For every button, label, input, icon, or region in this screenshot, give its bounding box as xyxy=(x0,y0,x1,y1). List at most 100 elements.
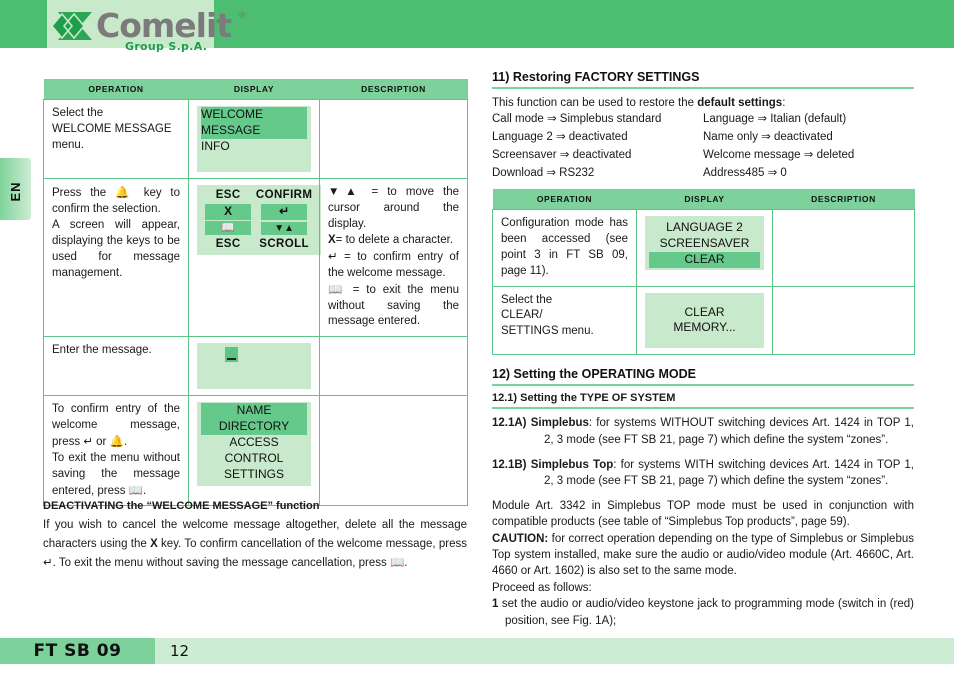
description-cell xyxy=(319,336,468,397)
comelit-logo: Comelit ® Group S.p.A. xyxy=(50,6,270,54)
enter-key-icon: ↵ xyxy=(83,433,93,448)
deactivating-body-mid: key. To confirm cancellation of the welc… xyxy=(157,537,467,550)
keypad-label-esc-bottom: ESC xyxy=(215,238,241,251)
bell-icon: 🔔 xyxy=(109,433,124,448)
table-header-row: OPERATION DISPLAY DESCRIPTION xyxy=(492,189,915,210)
operation-line: Select the xyxy=(52,107,104,119)
column-header-description: DESCRIPTION xyxy=(319,79,468,100)
description-cell xyxy=(772,285,915,356)
keypad-key-scroll-cell: ▼▲ xyxy=(253,221,315,237)
book-icon: 📖 xyxy=(128,482,144,497)
intro-post: : xyxy=(782,97,786,109)
book-icon: 📖 xyxy=(389,555,405,570)
operation-cell: Enter the message. xyxy=(43,336,189,397)
list-item-lead: 12.1A) Simplebus xyxy=(492,417,589,430)
lcd-line-highlighted: NAME DIRECTORY xyxy=(201,403,307,435)
operation-line: SETTINGS menu. xyxy=(501,325,594,338)
column-header-display: DISPLAY xyxy=(636,189,773,210)
default-setting-item: Language ⇒ Italian (default) xyxy=(703,113,847,126)
deactivating-body-mid2: . To exit the menu without saving the me… xyxy=(52,557,390,570)
deactivating-body-end: . xyxy=(404,557,408,570)
procedure-step: 1 set the audio or audio/video keystone … xyxy=(492,596,914,629)
caution-text: for correct operation depending on the t… xyxy=(492,532,914,578)
column-header-operation: OPERATION xyxy=(492,189,637,210)
section-11-heading: 11) Restoring FACTORY SETTINGS xyxy=(492,70,700,84)
operation-line: WELCOME MESSAGE xyxy=(52,122,172,135)
lcd-line: ACCESS CONTROL xyxy=(224,434,284,465)
keypad-label-scroll: SCROLL xyxy=(259,238,309,251)
text-cursor-icon xyxy=(225,347,238,363)
key-x-label: X xyxy=(328,234,336,247)
description-cell xyxy=(772,209,915,287)
keypad-key-enter-icon: ↵ xyxy=(261,204,308,220)
keypad-label-esc-top: ESC xyxy=(215,189,241,202)
display-cell: NAME DIRECTORY ACCESS CONTROL SETTINGS xyxy=(188,395,320,507)
keypad-key-delete-cell: X xyxy=(203,204,253,221)
operation-line: Enter the message. xyxy=(52,344,152,357)
operation-text: To confirm entry of the welcome message,… xyxy=(52,403,180,448)
lcd-screen: CLEAR MEMORY... xyxy=(645,292,764,349)
lcd-line-highlighted: CLEAR xyxy=(649,251,760,268)
lcd-line: SCREENSAVER xyxy=(659,235,750,250)
display-cell: LANGUAGE 2 SCREENSAVER CLEAR xyxy=(636,209,773,287)
default-settings-column-right: Language ⇒ Italian (default) Name only ⇒… xyxy=(703,111,914,183)
step-number: 1 xyxy=(492,597,499,610)
caution-label: CAUTION: xyxy=(492,532,549,545)
factory-settings-procedure-table: OPERATION DISPLAY DESCRIPTION Configurat… xyxy=(492,189,915,356)
keypad-key-book-icon: 📖 xyxy=(205,221,252,236)
keypad-key-enter-cell: ↵ xyxy=(253,204,315,221)
key-x-label: X xyxy=(150,537,158,550)
keypad-label-confirm: CONFIRM xyxy=(255,189,313,202)
table-row: Select the WELCOME MESSAGE menu. WELCOME… xyxy=(43,98,468,180)
list-item-text: : for systems WITHOUT switching devices … xyxy=(544,417,914,446)
default-setting-item: Welcome message ⇒ deleted xyxy=(703,149,855,162)
module-note: Module Art. 3342 in Simplebus TOP mode m… xyxy=(492,499,914,529)
operation-text-pre: Press the xyxy=(52,187,115,200)
enter-key-icon: ↵ xyxy=(328,248,338,263)
intro-bold: default settings xyxy=(697,97,783,109)
default-settings-column-left: Call mode ⇒ Simplebus standard Language … xyxy=(492,111,703,183)
table-row: Configuration mode has been accessed (se… xyxy=(492,209,915,287)
default-setting-item: Call mode ⇒ Simplebus standard xyxy=(492,113,662,126)
description-line-delete: X= to delete a character. xyxy=(328,234,453,247)
description-line-cursor: ▼▲ = to move the cursor around the displ… xyxy=(328,186,460,231)
table-row: Select the CLEAR/ SETTINGS menu. CLEAR M… xyxy=(492,285,915,356)
deactivating-title: DEACTIVATING the “WELCOME MESSAGE” funct… xyxy=(43,500,320,512)
comelit-logo-mark xyxy=(50,12,92,40)
footer-doc-code-tag: FT SB 09 xyxy=(0,638,155,664)
caution-note: CAUTION: for correct operation depending… xyxy=(492,531,914,580)
lcd-line: INFO xyxy=(201,138,230,153)
default-setting-item: Screensaver ⇒ deactivated xyxy=(492,149,632,162)
lcd-screen-empty xyxy=(197,343,311,390)
operation-line: menu. xyxy=(52,138,84,151)
lcd-keypad-legend: ESC CONFIRM X ↵ 📖 ▼▲ ESC SCROLL xyxy=(197,185,321,255)
brand-subtitle: Group S.p.A. xyxy=(125,40,208,53)
list-item: 12.1A) Simplebus: for systems WITHOUT sw… xyxy=(492,415,914,448)
operation-text-2: To exit the menu without saving the mess… xyxy=(52,451,180,497)
lcd-screen: WELCOME MESSAGE INFO xyxy=(197,106,311,173)
table-row: Press the 🔔 key to confirm the selection… xyxy=(43,178,468,338)
operation-cell: Select the WELCOME MESSAGE menu. xyxy=(43,98,189,180)
column-header-description: DESCRIPTION xyxy=(772,189,915,210)
section-divider xyxy=(492,87,914,89)
display-cell: CLEAR MEMORY... xyxy=(636,285,773,356)
operation-text-2: A screen will appear, displaying the key… xyxy=(52,219,180,279)
enter-key-icon: ↵ xyxy=(43,555,53,570)
operation-line: CLEAR/ xyxy=(501,309,543,322)
display-cell: ESC CONFIRM X ↵ 📖 ▼▲ ESC SCROLL xyxy=(188,178,321,338)
keypad-key-x: X xyxy=(205,204,252,220)
proceed-label: Proceed as follows: xyxy=(492,581,592,594)
operation-cell: To confirm entry of the welcome message,… xyxy=(43,395,189,507)
keypad-key-book-cell: 📖 xyxy=(203,221,253,237)
default-settings-list: Call mode ⇒ Simplebus standard Language … xyxy=(492,111,914,183)
section-divider xyxy=(492,407,914,410)
description-line-confirm: ↵ = to confirm entry of the welcome mess… xyxy=(328,248,459,279)
scroll-arrows-icon: ▼▲ xyxy=(328,186,363,199)
keypad-key-scroll-icon: ▼▲ xyxy=(261,222,308,236)
lcd-line-highlighted: WELCOME MESSAGE xyxy=(201,107,307,139)
step-text: set the audio or audio/video keystone ja… xyxy=(501,597,914,627)
list-item-lead: 12.1B) Simplebus Top xyxy=(492,458,614,471)
display-cell: WELCOME MESSAGE INFO xyxy=(188,98,320,180)
operation-cell: Press the 🔔 key to confirm the selection… xyxy=(43,178,189,338)
language-tab-en: EN xyxy=(0,158,31,220)
